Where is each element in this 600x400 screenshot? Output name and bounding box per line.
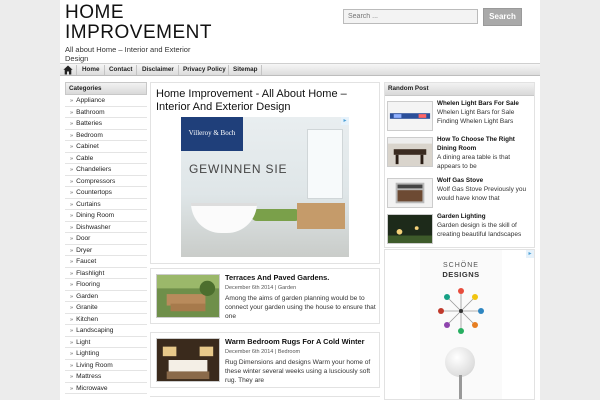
ad-brand-logo: Villeroy & Boch xyxy=(181,117,243,151)
category-link[interactable]: Granite xyxy=(65,302,147,314)
random-post-thumbnail[interactable] xyxy=(387,214,433,244)
random-post-heading: Random Post xyxy=(385,83,534,96)
category-link[interactable]: Bathroom xyxy=(65,107,147,118)
random-post-title[interactable]: Whelen Light Bars For Sale xyxy=(437,99,534,108)
featured-post: Home Improvement - All About Home – Inte… xyxy=(150,82,380,264)
post-thumbnail[interactable] xyxy=(156,338,220,382)
category-link[interactable]: Batteries xyxy=(65,118,147,130)
ad-designs-line2: DESIGNS xyxy=(442,270,480,279)
category-link[interactable]: Dryer xyxy=(65,245,147,256)
category-link[interactable]: Cabinet xyxy=(65,141,147,153)
post-category-link[interactable]: Bedroom xyxy=(278,349,300,355)
post-card: Terraces And Paved Gardens. December 6th… xyxy=(150,268,380,324)
search-button[interactable]: Search xyxy=(483,8,522,26)
category-link[interactable]: Appliance xyxy=(65,95,147,107)
ad-designs-panel: SCHÖNE DESIGNS xyxy=(420,250,502,399)
ad-choices-icon[interactable]: ▸ xyxy=(526,250,534,258)
nav-divider xyxy=(136,65,137,75)
random-post-thumbnail[interactable] xyxy=(387,137,433,167)
random-post-excerpt: Garden design is the skill of creating b… xyxy=(437,222,522,238)
random-post-excerpt: Whelen Light Bars for Sale Finding Whele… xyxy=(437,109,515,125)
category-link[interactable]: Door xyxy=(65,233,147,245)
post-date: December 6th 2014 xyxy=(225,285,274,291)
main-nav: Home Contact Disclaimer Privacy Policy S… xyxy=(60,63,540,76)
category-link[interactable]: Microwave xyxy=(65,383,147,394)
site-title[interactable]: HOME IMPROVEMENT xyxy=(65,3,225,43)
category-link[interactable]: Faucet xyxy=(65,256,147,268)
random-post-excerpt: Wolf Gas Stove Previously you would have… xyxy=(437,186,527,202)
search-input[interactable] xyxy=(343,9,478,24)
category-link[interactable]: Compressors xyxy=(65,176,147,187)
category-link[interactable]: Cable xyxy=(65,153,147,164)
next-post-edge xyxy=(150,396,380,400)
nav-divider xyxy=(76,65,77,75)
random-post-thumbnail[interactable] xyxy=(387,101,433,131)
category-link[interactable]: Countertops xyxy=(65,187,147,199)
random-post-title[interactable]: Wolf Gas Stove xyxy=(437,176,534,185)
home-icon[interactable] xyxy=(63,65,73,75)
category-link[interactable]: Dining Room xyxy=(65,210,147,222)
category-link[interactable]: Light xyxy=(65,337,147,348)
nav-divider xyxy=(228,65,229,75)
nav-divider xyxy=(261,65,262,75)
nav-item-disclaimer[interactable]: Disclaimer xyxy=(142,66,174,73)
category-link[interactable]: Living Room xyxy=(65,360,147,371)
post-title[interactable]: Terraces And Paved Gardens. xyxy=(225,273,329,282)
globe-lamp-image xyxy=(445,347,475,377)
nav-item-home[interactable]: Home xyxy=(82,66,100,73)
category-link[interactable]: Bedroom xyxy=(65,130,147,141)
ad-banner-bathroom[interactable]: Villeroy & Boch GEWINNEN SIE ▸ xyxy=(181,117,349,257)
post-excerpt: Rug Dimensions and designs Warm your hom… xyxy=(225,359,371,384)
ad-designs-line1: SCHÖNE xyxy=(443,262,479,269)
random-post-excerpt: A dining area table is that appears to b… xyxy=(437,154,510,170)
ball-clock-icon xyxy=(438,288,484,334)
post-meta: December 6th 2014 | Garden xyxy=(225,285,297,291)
category-link[interactable]: Flashlight xyxy=(65,268,147,279)
category-link[interactable]: Landscaping xyxy=(65,325,147,337)
ad-plant-image xyxy=(251,209,301,221)
lamp-pole-image xyxy=(459,375,462,399)
ad-bathtub-image xyxy=(191,203,257,233)
site-tagline: All about Home – Interior and Exterior D… xyxy=(65,45,191,63)
category-link[interactable]: Chandeliers xyxy=(65,164,147,176)
post-excerpt: Among the aims of garden planning would … xyxy=(225,295,376,320)
nav-item-contact[interactable]: Contact xyxy=(109,66,132,73)
nav-divider xyxy=(104,65,105,75)
categories-widget: Categories Appliance Bathroom Batteries … xyxy=(65,82,147,394)
post-card: Warm Bedroom Rugs For A Cold Winter Dece… xyxy=(150,332,380,388)
post-title[interactable]: Warm Bedroom Rugs For A Cold Winter xyxy=(225,337,365,346)
category-link[interactable]: Dishwasher xyxy=(65,222,147,233)
ad-window-image xyxy=(307,129,343,199)
ad-cabinet-image xyxy=(297,203,345,229)
post-thumbnail[interactable] xyxy=(156,274,220,318)
category-link[interactable]: Kitchen xyxy=(65,314,147,325)
ad-banner-designs[interactable]: SCHÖNE DESIGNS ▸ xyxy=(384,249,535,400)
categories-heading: Categories xyxy=(65,82,147,95)
nav-item-sitemap[interactable]: Sitemap xyxy=(233,66,258,73)
category-link[interactable]: Flooring xyxy=(65,279,147,291)
category-link[interactable]: Lighting xyxy=(65,348,147,360)
category-link[interactable]: Garden xyxy=(65,291,147,302)
ad-choices-icon[interactable]: ▸ xyxy=(341,117,349,125)
ad-headline: GEWINNEN SIE xyxy=(189,162,288,176)
random-post-thumbnail[interactable] xyxy=(387,178,433,208)
random-post-widget: Random Post Whelen Light Bars For Sale W… xyxy=(384,82,535,248)
category-link[interactable]: Curtains xyxy=(65,199,147,210)
featured-title[interactable]: Home Improvement - All About Home – Inte… xyxy=(156,88,376,114)
post-meta: December 6th 2014 | Bedroom xyxy=(225,349,301,355)
nav-divider xyxy=(178,65,179,75)
nav-item-privacy-policy[interactable]: Privacy Policy xyxy=(183,66,226,73)
page-container: HOME IMPROVEMENT All about Home – Interi… xyxy=(60,0,540,400)
random-post-title[interactable]: Garden Lighting xyxy=(437,212,534,221)
random-post-title[interactable]: How To Choose The Right Dining Room xyxy=(437,135,534,153)
post-category-link[interactable]: Garden xyxy=(278,285,296,291)
category-link[interactable]: Mattress xyxy=(65,371,147,383)
post-date: December 6th 2014 xyxy=(225,349,274,355)
